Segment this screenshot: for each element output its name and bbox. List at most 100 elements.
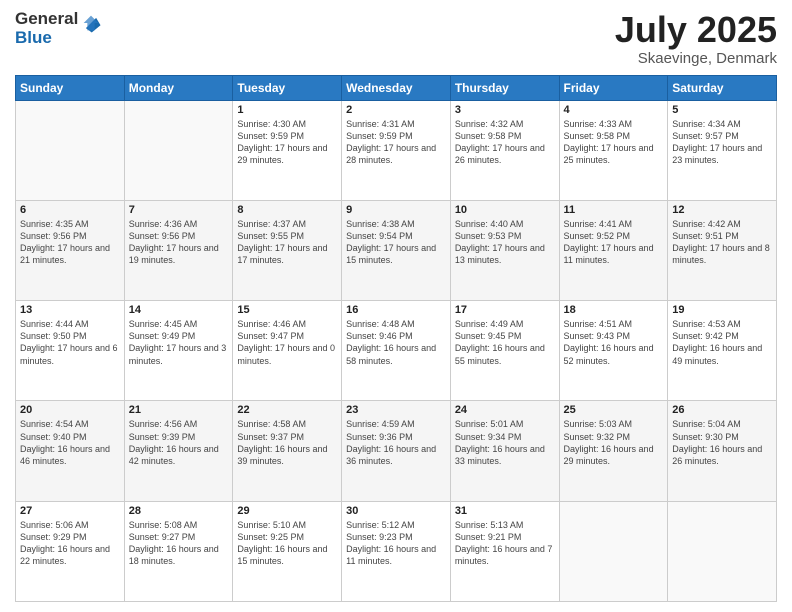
day-number: 14 xyxy=(129,304,229,316)
table-row: 21 Sunrise: 4:56 AMSunset: 9:39 PMDayligh… xyxy=(124,401,233,501)
table-row xyxy=(124,100,233,200)
table-row: 30Sunrise: 5:12 AMSunset: 9:23 PMDayligh… xyxy=(342,501,451,601)
day-info: Sunrise: 4:38 AMSunset: 9:54 PMDaylight:… xyxy=(346,218,446,267)
day-number: 15 xyxy=(237,304,337,316)
day-info: Sunrise: 4:36 AMSunset: 9:56 PMDaylight:… xyxy=(129,218,229,267)
day-number: 22 xyxy=(237,404,337,416)
day-number: 6 xyxy=(20,204,120,216)
header-monday: Monday xyxy=(124,75,233,100)
day-number: 30 xyxy=(346,505,446,517)
day-number: 8 xyxy=(237,204,337,216)
day-info: Sunrise: 4:53 AMSunset: 9:42 PMDaylight:… xyxy=(672,318,772,367)
day-number: 27 xyxy=(20,505,120,517)
logo-blue: Blue xyxy=(15,29,78,48)
day-info: Sunrise: 4:59 AMSunset: 9:36 PMDaylight:… xyxy=(346,418,446,467)
table-row xyxy=(559,501,668,601)
calendar-week-row: 13 Sunrise: 4:44 AMSunset: 9:50 PMDayligh… xyxy=(16,301,777,401)
day-number: 18 xyxy=(564,304,664,316)
day-info: Sunrise: 4:58 AMSunset: 9:37 PMDaylight:… xyxy=(237,418,337,467)
table-row: 24 Sunrise: 5:01 AMSunset: 9:34 PMDayligh… xyxy=(450,401,559,501)
day-info: Sunrise: 5:10 AMSunset: 9:25 PMDaylight:… xyxy=(237,519,337,568)
table-row: 14 Sunrise: 4:45 AMSunset: 9:49 PMDayligh… xyxy=(124,301,233,401)
day-info: Sunrise: 5:03 AMSunset: 9:32 PMDaylight:… xyxy=(564,418,664,467)
table-row: 6Sunrise: 4:35 AMSunset: 9:56 PMDaylight… xyxy=(16,200,125,300)
day-number: 13 xyxy=(20,304,120,316)
day-number: 7 xyxy=(129,204,229,216)
table-row: 26 Sunrise: 5:04 AMSunset: 9:30 PMDayligh… xyxy=(668,401,777,501)
main-title: July 2025 xyxy=(615,10,777,50)
table-row: 28 Sunrise: 5:08 AMSunset: 9:27 PMDayligh… xyxy=(124,501,233,601)
day-info: Sunrise: 5:01 AMSunset: 9:34 PMDaylight:… xyxy=(455,418,555,467)
table-row: 7 Sunrise: 4:36 AMSunset: 9:56 PMDaylight… xyxy=(124,200,233,300)
day-number: 28 xyxy=(129,505,229,517)
day-number: 31 xyxy=(455,505,555,517)
day-number: 11 xyxy=(564,204,664,216)
day-info: Sunrise: 4:41 AMSunset: 9:52 PMDaylight:… xyxy=(564,218,664,267)
day-number: 24 xyxy=(455,404,555,416)
table-row: 1 Sunrise: 4:30 AMSunset: 9:59 PMDaylight… xyxy=(233,100,342,200)
table-row: 2 Sunrise: 4:31 AMSunset: 9:59 PMDaylight… xyxy=(342,100,451,200)
table-row: 25Sunrise: 5:03 AMSunset: 9:32 PMDayligh… xyxy=(559,401,668,501)
day-info: Sunrise: 4:37 AMSunset: 9:55 PMDaylight:… xyxy=(237,218,337,267)
calendar-week-row: 6Sunrise: 4:35 AMSunset: 9:56 PMDaylight… xyxy=(16,200,777,300)
day-info: Sunrise: 4:51 AMSunset: 9:43 PMDaylight:… xyxy=(564,318,664,367)
day-info: Sunrise: 5:04 AMSunset: 9:30 PMDaylight:… xyxy=(672,418,772,467)
day-number: 19 xyxy=(672,304,772,316)
table-row: 19 Sunrise: 4:53 AMSunset: 9:42 PMDayligh… xyxy=(668,301,777,401)
day-number: 29 xyxy=(237,505,337,517)
calendar-week-row: 20Sunrise: 4:54 AMSunset: 9:40 PMDayligh… xyxy=(16,401,777,501)
table-row: 8 Sunrise: 4:37 AMSunset: 9:55 PMDaylight… xyxy=(233,200,342,300)
table-row: 3Sunrise: 4:32 AMSunset: 9:58 PMDaylight… xyxy=(450,100,559,200)
day-number: 2 xyxy=(346,104,446,116)
table-row: 23 Sunrise: 4:59 AMSunset: 9:36 PMDayligh… xyxy=(342,401,451,501)
table-row: 29 Sunrise: 5:10 AMSunset: 9:25 PMDayligh… xyxy=(233,501,342,601)
logo-general: General xyxy=(15,10,78,29)
header: General Blue July 2025 Skaevinge, Denmar… xyxy=(15,10,777,67)
table-row: 10 Sunrise: 4:40 AMSunset: 9:53 PMDayligh… xyxy=(450,200,559,300)
header-tuesday: Tuesday xyxy=(233,75,342,100)
page: General Blue July 2025 Skaevinge, Denmar… xyxy=(0,0,792,612)
title-block: July 2025 Skaevinge, Denmark xyxy=(615,10,777,67)
day-number: 23 xyxy=(346,404,446,416)
day-number: 21 xyxy=(129,404,229,416)
day-number: 26 xyxy=(672,404,772,416)
day-info: Sunrise: 4:56 AMSunset: 9:39 PMDaylight:… xyxy=(129,418,229,467)
day-info: Sunrise: 5:08 AMSunset: 9:27 PMDaylight:… xyxy=(129,519,229,568)
table-row: 27 Sunrise: 5:06 AMSunset: 9:29 PMDayligh… xyxy=(16,501,125,601)
day-info: Sunrise: 4:48 AMSunset: 9:46 PMDaylight:… xyxy=(346,318,446,367)
table-row: 15Sunrise: 4:46 AMSunset: 9:47 PMDayligh… xyxy=(233,301,342,401)
table-row xyxy=(668,501,777,601)
header-thursday: Thursday xyxy=(450,75,559,100)
day-number: 10 xyxy=(455,204,555,216)
table-row: 22 Sunrise: 4:58 AMSunset: 9:37 PMDayligh… xyxy=(233,401,342,501)
logo-text: General Blue xyxy=(15,10,78,47)
day-number: 1 xyxy=(237,104,337,116)
table-row: 11 Sunrise: 4:41 AMSunset: 9:52 PMDayligh… xyxy=(559,200,668,300)
subtitle: Skaevinge, Denmark xyxy=(615,50,777,67)
day-info: Sunrise: 4:49 AMSunset: 9:45 PMDaylight:… xyxy=(455,318,555,367)
day-info: Sunrise: 4:44 AMSunset: 9:50 PMDaylight:… xyxy=(20,318,120,367)
day-info: Sunrise: 4:33 AMSunset: 9:58 PMDaylight:… xyxy=(564,118,664,167)
day-info: Sunrise: 4:30 AMSunset: 9:59 PMDaylight:… xyxy=(237,118,337,167)
day-number: 4 xyxy=(564,104,664,116)
day-info: Sunrise: 5:13 AMSunset: 9:21 PMDaylight:… xyxy=(455,519,555,568)
header-saturday: Saturday xyxy=(668,75,777,100)
day-info: Sunrise: 4:45 AMSunset: 9:49 PMDaylight:… xyxy=(129,318,229,367)
day-number: 12 xyxy=(672,204,772,216)
header-friday: Friday xyxy=(559,75,668,100)
day-info: Sunrise: 4:32 AMSunset: 9:58 PMDaylight:… xyxy=(455,118,555,167)
calendar-table: Sunday Monday Tuesday Wednesday Thursday… xyxy=(15,75,777,602)
day-info: Sunrise: 4:54 AMSunset: 9:40 PMDaylight:… xyxy=(20,418,120,467)
table-row: 31 Sunrise: 5:13 AMSunset: 9:21 PMDayligh… xyxy=(450,501,559,601)
day-number: 5 xyxy=(672,104,772,116)
table-row: 13 Sunrise: 4:44 AMSunset: 9:50 PMDayligh… xyxy=(16,301,125,401)
table-row: 9Sunrise: 4:38 AMSunset: 9:54 PMDaylight… xyxy=(342,200,451,300)
day-info: Sunrise: 4:34 AMSunset: 9:57 PMDaylight:… xyxy=(672,118,772,167)
day-info: Sunrise: 5:06 AMSunset: 9:29 PMDaylight:… xyxy=(20,519,120,568)
header-wednesday: Wednesday xyxy=(342,75,451,100)
table-row xyxy=(16,100,125,200)
calendar-week-row: 27 Sunrise: 5:06 AMSunset: 9:29 PMDayligh… xyxy=(16,501,777,601)
day-info: Sunrise: 4:40 AMSunset: 9:53 PMDaylight:… xyxy=(455,218,555,267)
day-info: Sunrise: 4:31 AMSunset: 9:59 PMDaylight:… xyxy=(346,118,446,167)
calendar-week-row: 1 Sunrise: 4:30 AMSunset: 9:59 PMDaylight… xyxy=(16,100,777,200)
